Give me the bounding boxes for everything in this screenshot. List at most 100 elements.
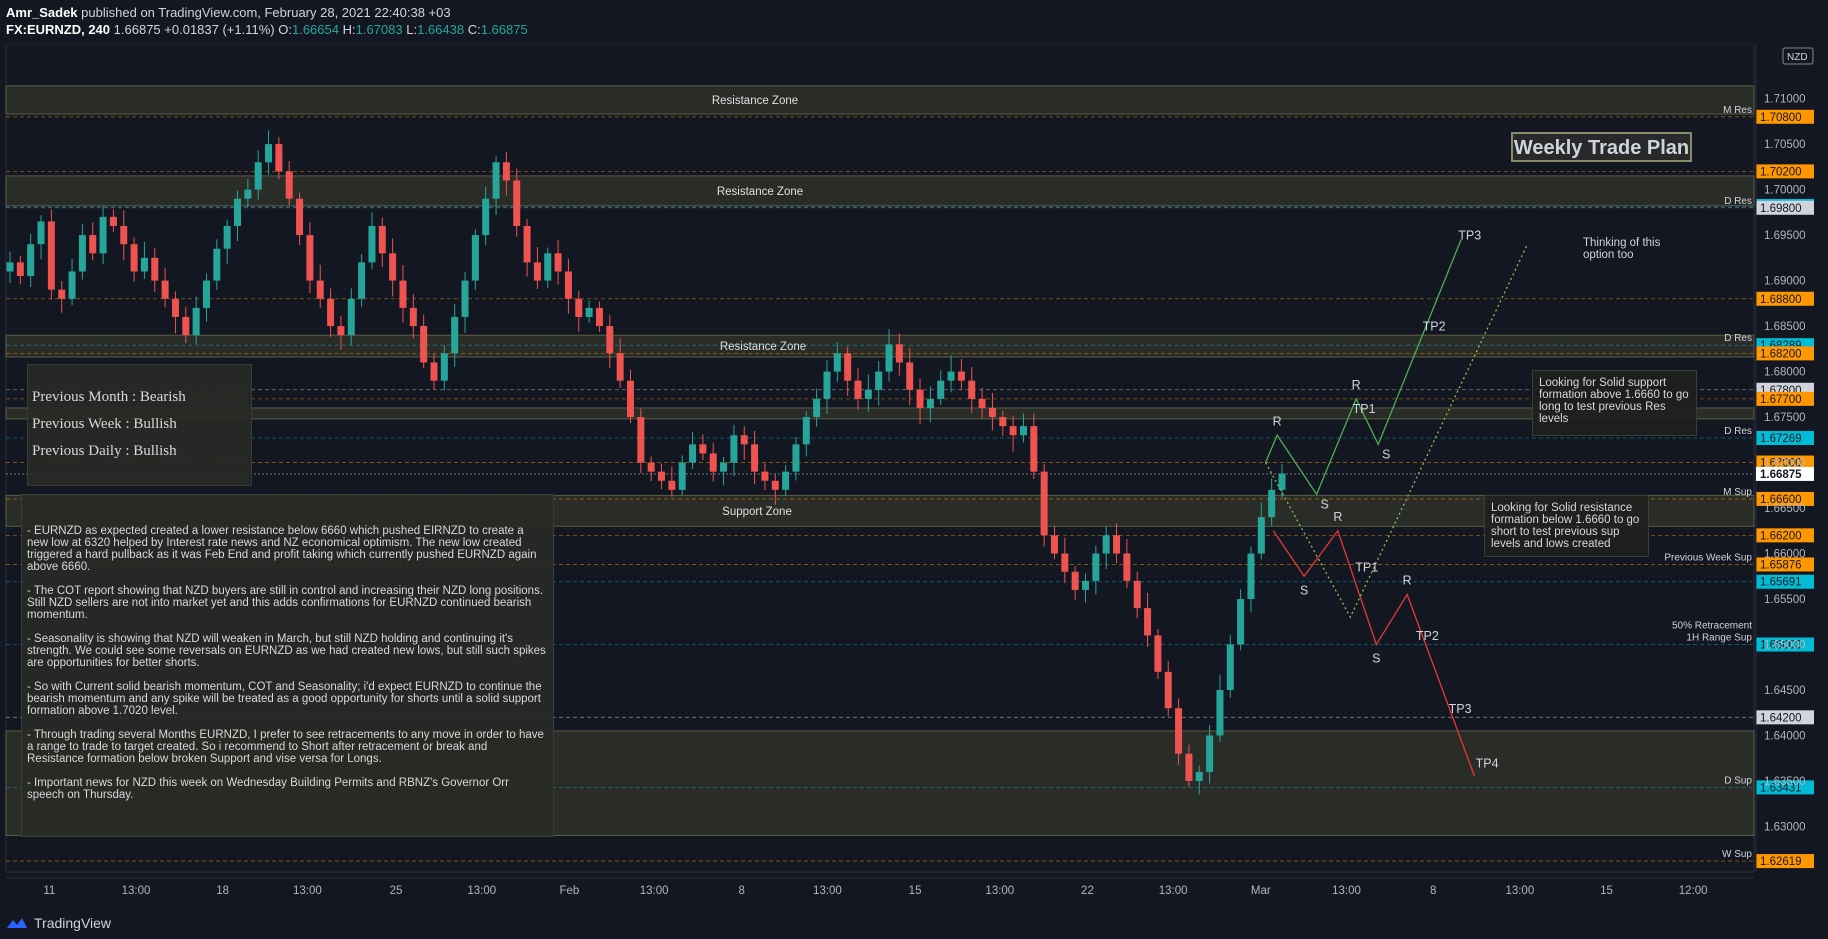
candle-body bbox=[358, 262, 366, 299]
candle-body bbox=[223, 225, 231, 249]
option-note: option too bbox=[1583, 249, 1634, 261]
symbol-name[interactable]: FX:EURNZD, 240 bbox=[6, 22, 110, 37]
y-tick-label: 1.70000 bbox=[1764, 185, 1806, 197]
x-tick-label: Mar bbox=[1251, 885, 1271, 897]
x-tick-label: 11 bbox=[43, 885, 55, 897]
y-tick-label: 1.65000 bbox=[1764, 640, 1806, 652]
scenario-label: TP4 bbox=[1476, 756, 1499, 770]
price-label: 1.66200 bbox=[1760, 530, 1802, 542]
candle-body bbox=[730, 435, 738, 463]
candle-body bbox=[389, 253, 397, 281]
close-value: 1.66875 bbox=[480, 22, 528, 37]
option-note: Thinking of this bbox=[1583, 237, 1661, 249]
candle-body bbox=[699, 444, 707, 454]
candle-body bbox=[1154, 635, 1162, 672]
candle-body bbox=[89, 235, 97, 254]
candle-body bbox=[151, 257, 159, 281]
candle-body bbox=[647, 462, 655, 472]
price-label: 1.70800 bbox=[1760, 112, 1802, 124]
candle-body bbox=[802, 417, 810, 445]
chart-header: Amr_Sadek published on TradingView.com, … bbox=[0, 0, 1828, 44]
x-tick-label: 13:00 bbox=[122, 885, 151, 897]
scenario-label: TP2 bbox=[1416, 629, 1439, 643]
candle-body bbox=[130, 244, 138, 272]
candle-body bbox=[1175, 708, 1183, 754]
candle-body bbox=[27, 244, 35, 277]
candle-body bbox=[689, 444, 697, 463]
candle-body bbox=[213, 248, 221, 281]
x-tick-label: 13:00 bbox=[1159, 885, 1188, 897]
candle-body bbox=[502, 162, 510, 181]
candle-body bbox=[668, 480, 676, 490]
candle-body bbox=[1082, 580, 1090, 590]
x-tick-label: 13:00 bbox=[1332, 885, 1361, 897]
zone-box[interactable] bbox=[5, 407, 1755, 420]
candle-body bbox=[937, 380, 945, 399]
y-tick-label: 1.69000 bbox=[1764, 276, 1806, 288]
candle-body bbox=[895, 344, 903, 363]
zone-box[interactable] bbox=[5, 175, 1755, 207]
candle-body bbox=[947, 371, 955, 381]
tradingview-logo[interactable]: TradingView bbox=[6, 915, 111, 931]
candle-body bbox=[482, 198, 490, 236]
candle-body bbox=[616, 353, 624, 381]
candle-body bbox=[285, 171, 293, 199]
x-tick-label: 13:00 bbox=[293, 885, 322, 897]
candle-body bbox=[988, 407, 996, 418]
price-label: 1.68800 bbox=[1760, 294, 1802, 306]
x-tick-label: 13:00 bbox=[985, 885, 1014, 897]
candle-body bbox=[575, 298, 583, 317]
level-tag: 1H Range Sup bbox=[1686, 633, 1752, 644]
candle-body bbox=[864, 389, 872, 399]
candle-body bbox=[316, 280, 324, 299]
low-value: 1.66438 bbox=[417, 22, 465, 37]
price-label: 1.70200 bbox=[1760, 166, 1802, 178]
bias-week: Previous Week : Bullish bbox=[32, 416, 177, 432]
level-tag: W Sup bbox=[1722, 849, 1752, 860]
candle-body bbox=[968, 380, 976, 399]
scenario-label: TP3 bbox=[1458, 229, 1481, 243]
y-tick-label: 1.66500 bbox=[1764, 503, 1806, 515]
candle-body bbox=[78, 235, 86, 272]
analysis-paragraph: - Through trading several Months EURNZD,… bbox=[27, 729, 544, 765]
candle-body bbox=[854, 380, 862, 399]
x-tick-label: 13:00 bbox=[813, 885, 842, 897]
author-name[interactable]: Amr_Sadek bbox=[6, 5, 78, 20]
candle-body bbox=[140, 257, 148, 272]
scenario-label: R bbox=[1403, 573, 1412, 587]
candle-body bbox=[554, 253, 562, 272]
x-tick-label: 13:00 bbox=[1505, 885, 1534, 897]
y-tick-label: 1.68500 bbox=[1764, 321, 1806, 333]
candle-body bbox=[885, 344, 893, 372]
publish-info: published on TradingView.com, February 2… bbox=[81, 5, 451, 20]
zone-box[interactable] bbox=[5, 85, 1755, 115]
scenario-label: TP1 bbox=[1355, 561, 1378, 575]
candle-body bbox=[327, 298, 335, 327]
candle-body bbox=[337, 326, 345, 336]
y-tick-label: 1.63500 bbox=[1764, 776, 1806, 788]
candle-body bbox=[440, 353, 448, 381]
publish-line: Amr_Sadek published on TradingView.com, … bbox=[6, 5, 451, 20]
bias-panel: Previous Month : Bearish Previous Week :… bbox=[27, 364, 252, 486]
candle-body bbox=[1040, 471, 1048, 536]
scenario-label: TP3 bbox=[1449, 702, 1472, 716]
tradingview-logo-icon bbox=[7, 918, 27, 928]
candle-body bbox=[16, 262, 24, 277]
candle-body bbox=[275, 144, 283, 172]
candle-body bbox=[451, 316, 459, 354]
y-tick-label: 1.68000 bbox=[1764, 367, 1806, 379]
candle-body bbox=[751, 444, 759, 472]
short-scenario-note: Looking for Solid resistance formation b… bbox=[1484, 495, 1649, 557]
scenario-label: R bbox=[1333, 510, 1342, 524]
scenario-label: R bbox=[1273, 414, 1282, 428]
candle-body bbox=[1195, 771, 1203, 782]
y-tick-label: 1.69500 bbox=[1764, 230, 1806, 242]
candle-body bbox=[1009, 426, 1017, 436]
candle-body bbox=[254, 162, 262, 190]
price-label: 1.68200 bbox=[1760, 348, 1802, 360]
y-tick-label: 1.70500 bbox=[1764, 139, 1806, 151]
candle-body bbox=[1071, 571, 1079, 590]
candle-body bbox=[37, 221, 45, 245]
currency-badge-text: NZD bbox=[1787, 52, 1808, 63]
candle-body bbox=[595, 307, 603, 327]
